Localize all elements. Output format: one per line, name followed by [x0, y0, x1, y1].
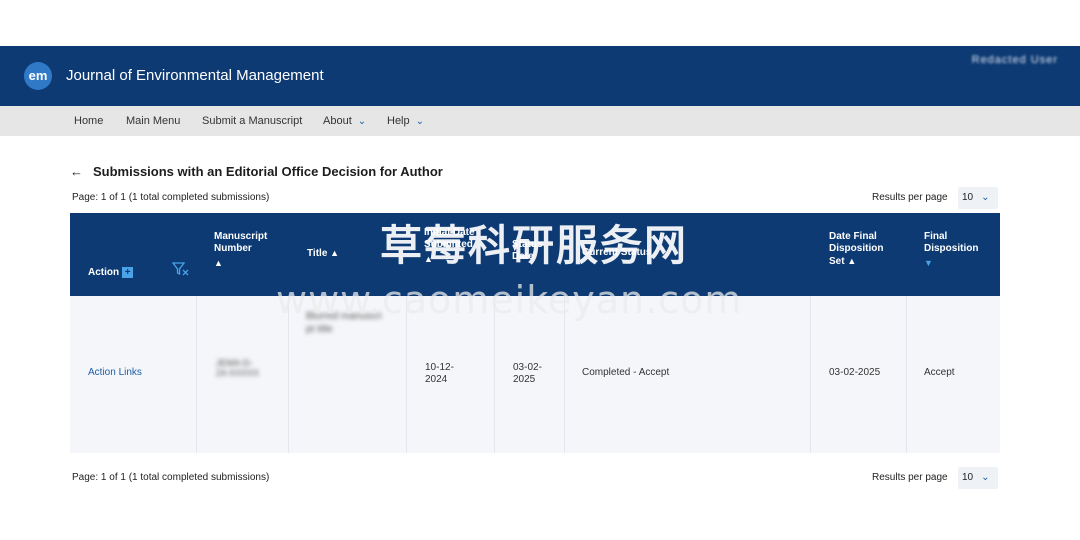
nav-help[interactable]: Help ⌄: [387, 115, 424, 127]
date-final-disposition: 03-02-2025: [829, 367, 881, 378]
user-name[interactable]: Redacted User: [972, 54, 1058, 66]
nav-home[interactable]: Home: [74, 115, 103, 127]
journal-logo[interactable]: em: [24, 62, 52, 90]
results-per-page-value: 10: [962, 192, 974, 203]
column-divider: [906, 296, 907, 453]
nav-help-label: Help: [387, 115, 410, 127]
initial-date-submitted: 10-12-2024: [425, 362, 454, 385]
column-divider: [196, 296, 197, 453]
results-per-page-value: 10: [962, 472, 974, 483]
expand-plus-icon[interactable]: +: [122, 267, 134, 278]
arrow-left-icon[interactable]: ←: [70, 164, 83, 179]
nav-submit-manuscript[interactable]: Submit a Manuscript: [202, 115, 302, 127]
chevron-down-icon: ⌄: [357, 116, 367, 127]
status-date: 03-02-2025: [513, 362, 542, 385]
chevron-down-icon: ⌄: [415, 116, 425, 127]
manuscript-number-redacted: JEMA-D-24-XXXXX: [216, 358, 260, 378]
main-navbar: Home Main Menu Submit a Manuscript About…: [0, 106, 1080, 136]
current-status: Completed - Accept: [582, 367, 670, 378]
col-final-disposition-label: Final Disposition: [924, 231, 979, 254]
action-links[interactable]: Action Links: [88, 367, 142, 379]
col-title-label: Title: [307, 248, 328, 259]
filter-clear-icon[interactable]: [172, 261, 190, 277]
sort-up-icon[interactable]: ▲: [847, 256, 856, 266]
page-title: Submissions with an Editorial Office Dec…: [93, 164, 443, 179]
results-per-page-bottom: Results per page 10 ⌄: [872, 467, 1000, 489]
results-per-page-label: Results per page: [872, 472, 948, 483]
final-disposition: Accept: [924, 367, 955, 378]
col-final-disposition[interactable]: Final Disposition ▼: [924, 231, 990, 269]
results-per-page-select[interactable]: 10 ⌄: [958, 467, 998, 489]
nav-about[interactable]: About ⌄: [323, 115, 366, 127]
column-divider: [810, 296, 811, 453]
chevron-down-icon: ⌄: [981, 192, 990, 203]
results-per-page-select[interactable]: 10 ⌄: [958, 187, 998, 209]
nav-about-label: About: [323, 115, 352, 127]
results-per-page-label: Results per page: [872, 192, 948, 203]
col-title[interactable]: Title ▲: [307, 247, 339, 260]
col-action[interactable]: Action +: [88, 267, 134, 279]
col-manuscript-number[interactable]: Manuscript Number ▲: [214, 231, 284, 269]
page-heading: ← Submissions with an Editorial Office De…: [70, 164, 443, 179]
col-action-label: Action: [88, 267, 120, 278]
sort-down-icon[interactable]: ▼: [924, 257, 990, 269]
results-per-page-top: Results per page 10 ⌄: [872, 187, 1000, 209]
watermark-chinese: 草莓科研服务网: [380, 221, 689, 270]
watermark-url: www.caomeikeyan.com: [276, 278, 743, 322]
pagination-info-bottom: Page: 1 of 1 (1 total completed submissi…: [72, 472, 270, 483]
sort-up-icon[interactable]: ▲: [330, 248, 339, 258]
col-manuscript-number-label: Manuscript Number: [214, 231, 268, 254]
journal-header: em Journal of Environmental Management R…: [0, 46, 1080, 106]
nav-main-menu[interactable]: Main Menu: [126, 115, 180, 127]
pagination-info-top: Page: 1 of 1 (1 total completed submissi…: [72, 192, 270, 203]
col-date-final-disposition[interactable]: Date Final Disposition Set ▲: [829, 231, 899, 268]
sort-up-icon[interactable]: ▲: [214, 257, 284, 269]
chevron-down-icon: ⌄: [981, 472, 990, 483]
journal-title[interactable]: Journal of Environmental Management: [66, 67, 324, 84]
